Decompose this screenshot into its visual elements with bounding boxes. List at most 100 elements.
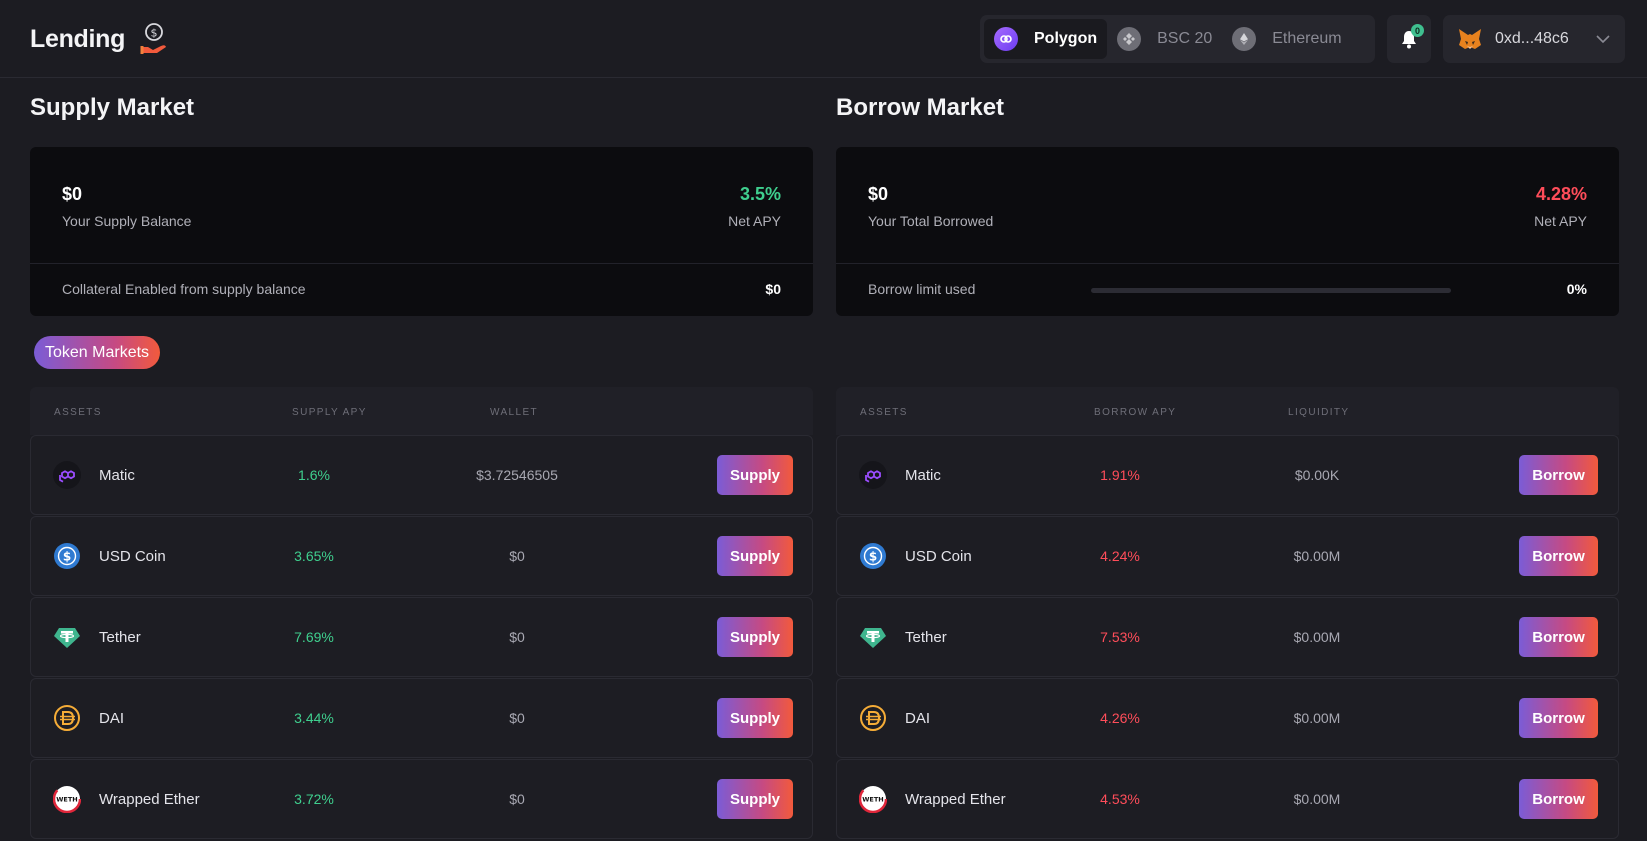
- svg-text:WETH: WETH: [862, 796, 883, 804]
- asset-name: Matic: [905, 467, 941, 484]
- liquidity-value: $0.00M: [1293, 710, 1341, 726]
- matic-icon: [859, 461, 887, 489]
- borrow-limit-progress-bar: [1091, 288, 1451, 293]
- borrow-total-value: $0: [868, 184, 889, 204]
- borrow-net-apy-value: 4.28%: [1535, 184, 1587, 204]
- borrow-limit-label: Borrow limit used: [868, 281, 976, 297]
- asset-name: Tether: [99, 629, 141, 646]
- tether-icon: [53, 623, 81, 651]
- asset-name: USD Coin: [905, 548, 972, 565]
- chevron-down-icon: [1596, 35, 1610, 44]
- asset-name: USD Coin: [99, 548, 166, 565]
- borrow-button[interactable]: Borrow: [1519, 779, 1598, 819]
- table-row: $ USD Coin 4.24% $0.00M Borrow: [836, 516, 1619, 596]
- bnb-icon: [1117, 27, 1142, 51]
- borrow-table: ASSETS BORROW APY LIQUIDITY Matic 1.91% $0…: [836, 387, 1619, 841]
- supply-button[interactable]: Supply: [717, 536, 793, 576]
- wallet-balance: $0: [509, 629, 525, 645]
- borrow-table-header: ASSETS BORROW APY LIQUIDITY: [836, 387, 1619, 435]
- borrow-limit-value: 0%: [1566, 281, 1587, 297]
- matic-icon: [53, 461, 81, 489]
- borrow-button[interactable]: Borrow: [1519, 617, 1598, 657]
- supply-balance-value: $0: [62, 184, 83, 204]
- asset-name: DAI: [905, 710, 931, 727]
- column-header-supply-apy: SUPPLY APY: [292, 407, 367, 418]
- supply-balance-label: Your Supply Balance: [62, 213, 192, 229]
- network-tab-ethereum[interactable]: Ethereum: [1222, 19, 1351, 59]
- asset-apy: 7.69%: [294, 629, 334, 645]
- asset-name: Wrapped Ether: [905, 791, 1006, 808]
- table-row: Tether 7.69% $0 Supply: [30, 597, 813, 677]
- brand: Lending $: [30, 22, 169, 56]
- network-label: Ethereum: [1272, 30, 1342, 47]
- wallet-balance: $0: [509, 791, 525, 807]
- supply-market-title: Supply Market: [30, 94, 195, 121]
- supply-button[interactable]: Supply: [717, 617, 793, 657]
- metamask-fox-icon: [1459, 29, 1481, 49]
- borrow-button[interactable]: Borrow: [1519, 455, 1598, 495]
- asset-apy: 3.65%: [294, 548, 334, 564]
- network-tab-polygon[interactable]: Polygon: [984, 19, 1108, 59]
- asset-apy: 3.72%: [294, 791, 334, 807]
- svg-text:$: $: [869, 550, 877, 564]
- lending-hand-icon: $: [140, 23, 167, 54]
- network-tab-bsc[interactable]: BSC 20: [1107, 19, 1222, 59]
- collateral-label: Collateral Enabled from supply balance: [62, 281, 306, 297]
- supply-button[interactable]: Supply: [717, 779, 793, 819]
- column-header-liquidity: LIQUIDITY: [1288, 407, 1350, 418]
- asset-name: Wrapped Ether: [99, 791, 200, 808]
- asset-name: Matic: [99, 467, 135, 484]
- wallet-balance: $0: [509, 710, 525, 726]
- borrow-summary-card: $0 Your Total Borrowed 4.28% Net APY Bor…: [836, 147, 1619, 316]
- borrow-button[interactable]: Borrow: [1519, 536, 1598, 576]
- liquidity-value: $0.00M: [1293, 629, 1341, 645]
- polygon-icon: [994, 27, 1018, 51]
- network-label: Polygon: [1034, 30, 1098, 47]
- network-switcher: Polygon BSC 20 Ethereum: [980, 15, 1375, 63]
- ethereum-icon: [1232, 27, 1257, 51]
- wallet-address: 0xd...48c6: [1495, 30, 1569, 47]
- svg-text:WETH: WETH: [56, 796, 77, 804]
- asset-apy: 4.53%: [1100, 791, 1140, 807]
- table-row: WETH Wrapped Ether 3.72% $0 Supply: [30, 759, 813, 839]
- network-label: BSC 20: [1157, 30, 1213, 47]
- column-header-wallet: WALLET: [490, 407, 539, 418]
- tether-icon: [859, 623, 887, 651]
- weth-icon: WETH: [53, 785, 81, 813]
- wallet-balance: $3.72546505: [476, 467, 558, 483]
- table-row: DAI 4.26% $0.00M Borrow: [836, 678, 1619, 758]
- divider: [30, 263, 813, 264]
- tab-token-markets[interactable]: Token Markets: [34, 336, 161, 369]
- notification-count-badge: 0: [1411, 24, 1424, 37]
- table-row: WETH Wrapped Ether 4.53% $0.00M Borrow: [836, 759, 1619, 839]
- supply-button[interactable]: Supply: [717, 698, 793, 738]
- asset-name: DAI: [99, 710, 125, 727]
- page-title: Lending: [30, 24, 126, 53]
- borrow-net-apy-label: Net APY: [1534, 213, 1587, 229]
- table-row: Matic 1.91% $0.00K Borrow: [836, 435, 1619, 515]
- borrow-market-title: Borrow Market: [836, 94, 1005, 121]
- borrow-total-label: Your Total Borrowed: [868, 213, 994, 229]
- supply-button[interactable]: Supply: [717, 455, 793, 495]
- usdc-icon: $: [53, 542, 81, 570]
- supply-net-apy-value: 3.5%: [739, 184, 781, 204]
- notifications-button[interactable]: 0: [1387, 15, 1431, 63]
- dai-icon: [53, 704, 81, 732]
- liquidity-value: $0.00M: [1293, 548, 1341, 564]
- supply-summary-card: $0 Your Supply Balance 3.5% Net APY Coll…: [30, 147, 813, 316]
- borrow-button[interactable]: Borrow: [1519, 698, 1598, 738]
- column-header-borrow-apy: BORROW APY: [1094, 407, 1177, 418]
- asset-apy: 1.91%: [1100, 467, 1140, 483]
- dai-icon: [859, 704, 887, 732]
- table-row: Matic 1.6% $3.72546505 Supply: [30, 435, 813, 515]
- supply-table: ASSETS SUPPLY APY WALLET Matic 1.6% $3.725…: [30, 387, 813, 841]
- liquidity-value: $0.00K: [1294, 467, 1340, 483]
- asset-apy: 7.53%: [1100, 629, 1140, 645]
- top-header: Lending $ Polygon BSC 20 Ethereum 0 0xd.…: [0, 0, 1647, 78]
- table-row: Tether 7.53% $0.00M Borrow: [836, 597, 1619, 677]
- wallet-dropdown[interactable]: 0xd...48c6: [1443, 15, 1625, 63]
- asset-name: Tether: [905, 629, 947, 646]
- table-row: $ USD Coin 3.65% $0 Supply: [30, 516, 813, 596]
- column-header-assets: ASSETS: [54, 407, 102, 418]
- collateral-value: $0: [765, 281, 781, 297]
